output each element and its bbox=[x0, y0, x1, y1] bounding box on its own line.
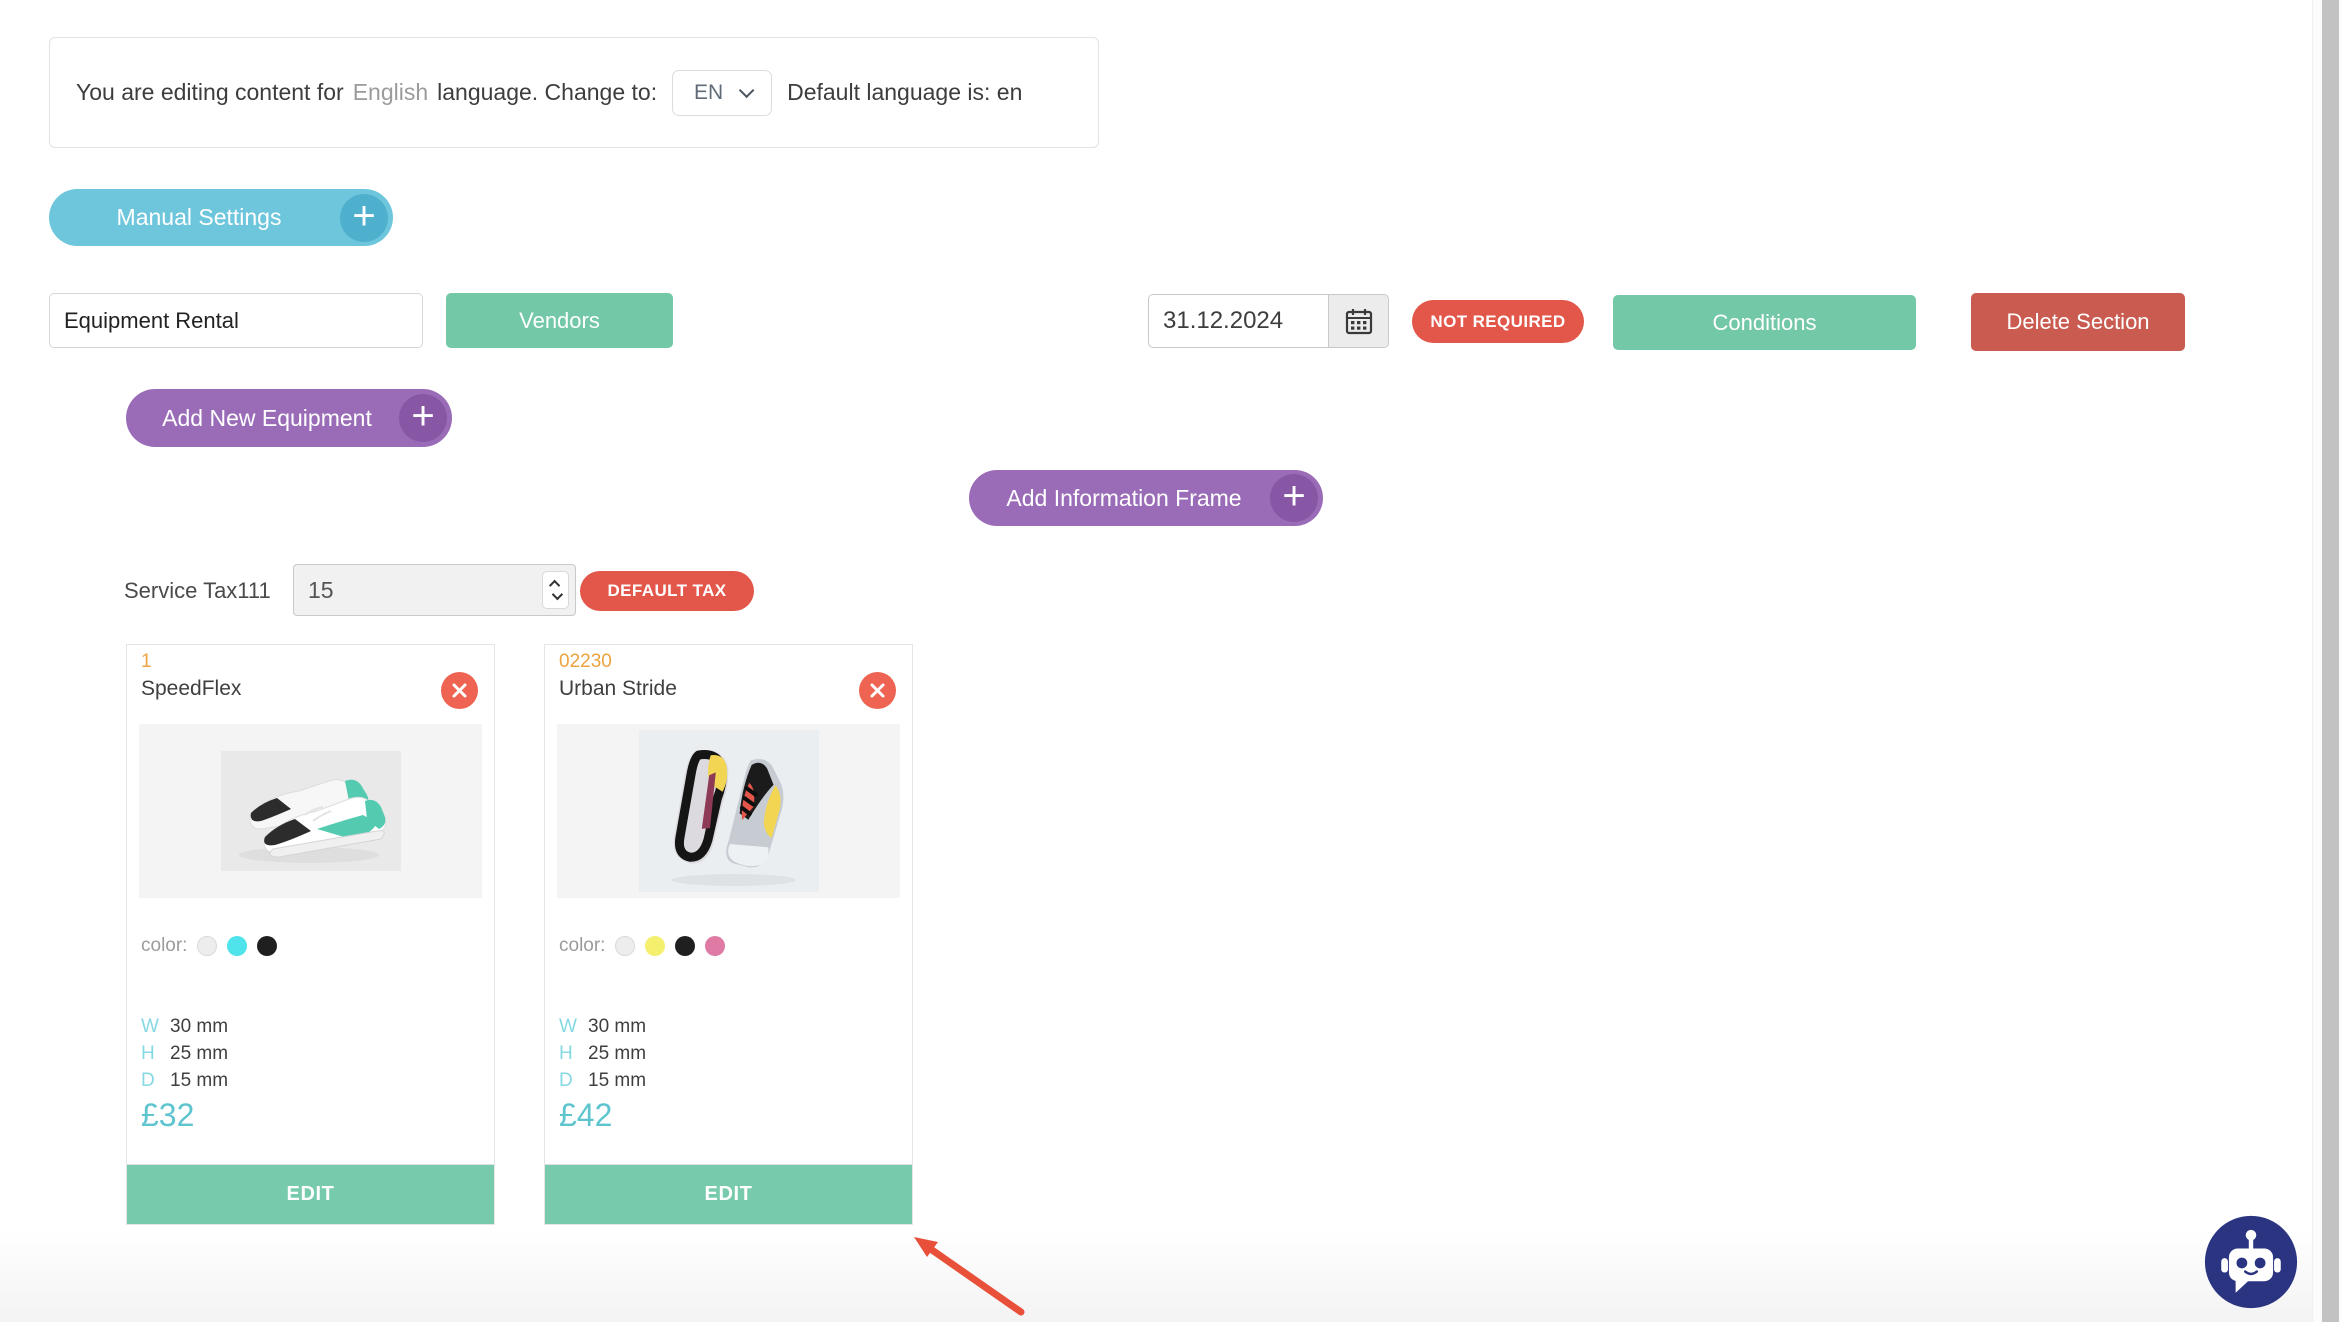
chatbot-button[interactable] bbox=[2203, 1214, 2299, 1310]
color-swatches bbox=[615, 936, 725, 956]
chevron-down-icon bbox=[739, 83, 755, 99]
page-bottom-fade bbox=[0, 1230, 2312, 1322]
product-price: £42 bbox=[559, 1097, 612, 1134]
service-tax-field bbox=[293, 564, 576, 616]
color-row: color: bbox=[141, 935, 277, 957]
scrollbar-track[interactable] bbox=[2312, 0, 2342, 1322]
color-swatch[interactable] bbox=[705, 936, 725, 956]
color-label: color: bbox=[559, 935, 605, 957]
product-card: 1 SpeedFlex color: bbox=[126, 644, 495, 1225]
plus-glyph: + bbox=[1282, 476, 1305, 516]
scrollbar-thumb[interactable] bbox=[2322, 0, 2339, 1322]
dim-value: 15 mm bbox=[170, 1067, 228, 1094]
language-bar-text: You are editing content for bbox=[76, 79, 344, 106]
product-image-panel bbox=[139, 724, 482, 898]
close-icon bbox=[450, 681, 469, 700]
edit-product-button[interactable]: EDIT bbox=[127, 1164, 494, 1224]
language-select-value: EN bbox=[694, 81, 723, 105]
default-tax-badge[interactable]: DEFAULT TAX bbox=[580, 571, 754, 611]
dim-value: 25 mm bbox=[170, 1040, 228, 1067]
color-label: color: bbox=[141, 935, 187, 957]
delete-section-button[interactable]: Delete Section bbox=[1971, 293, 2185, 351]
service-tax-label: Service Tax111 bbox=[124, 578, 271, 604]
calendar-button[interactable] bbox=[1328, 294, 1389, 348]
product-id: 02230 bbox=[559, 651, 612, 673]
number-stepper[interactable] bbox=[542, 571, 569, 609]
service-tax-input[interactable] bbox=[293, 564, 576, 616]
product-name: SpeedFlex bbox=[141, 677, 241, 701]
dim-value: 30 mm bbox=[588, 1013, 646, 1040]
vendors-button[interactable]: Vendors bbox=[446, 293, 673, 348]
date-input[interactable] bbox=[1148, 294, 1328, 348]
dimension-row: W 30 mm bbox=[559, 1013, 646, 1040]
product-image bbox=[639, 730, 819, 892]
dim-value: 30 mm bbox=[170, 1013, 228, 1040]
dim-letter: H bbox=[141, 1040, 158, 1067]
plus-icon[interactable]: + bbox=[340, 194, 388, 242]
edit-product-button[interactable]: EDIT bbox=[545, 1164, 912, 1224]
dimension-row: H 25 mm bbox=[141, 1040, 228, 1067]
color-swatch[interactable] bbox=[257, 936, 277, 956]
language-bar-language-name: English bbox=[353, 79, 428, 106]
dimension-row: H 25 mm bbox=[559, 1040, 646, 1067]
dim-letter: W bbox=[141, 1013, 158, 1040]
dim-value: 15 mm bbox=[588, 1067, 646, 1094]
color-swatch[interactable] bbox=[645, 936, 665, 956]
dimensions: W 30 mm H 25 mm D 15 mm bbox=[141, 1013, 228, 1094]
not-required-badge[interactable]: NOT REQUIRED bbox=[1412, 300, 1584, 343]
dimension-row: D 15 mm bbox=[141, 1067, 228, 1094]
product-image bbox=[221, 751, 401, 871]
close-icon bbox=[868, 681, 887, 700]
chatbot-icon bbox=[2203, 1214, 2299, 1310]
language-bar: You are editing content for English lang… bbox=[49, 37, 1099, 148]
dim-letter: D bbox=[141, 1067, 158, 1094]
dim-letter: D bbox=[559, 1067, 576, 1094]
dimension-row: W 30 mm bbox=[141, 1013, 228, 1040]
language-bar-change-text: language. Change to: bbox=[437, 79, 657, 106]
dim-value: 25 mm bbox=[588, 1040, 646, 1067]
language-bar-default-text: Default language is: en bbox=[787, 79, 1022, 106]
dim-letter: H bbox=[559, 1040, 576, 1067]
color-swatch[interactable] bbox=[197, 936, 217, 956]
annotation-arrow bbox=[900, 1226, 1040, 1322]
color-swatch[interactable] bbox=[615, 936, 635, 956]
product-price: £32 bbox=[141, 1097, 194, 1134]
plus-glyph: + bbox=[352, 196, 375, 236]
plus-icon[interactable]: + bbox=[1270, 474, 1318, 522]
date-field bbox=[1148, 294, 1389, 348]
add-new-equipment-button[interactable]: Add New Equipment + bbox=[126, 389, 452, 447]
color-row: color: bbox=[559, 935, 725, 957]
remove-product-button[interactable] bbox=[441, 672, 478, 709]
conditions-button[interactable]: Conditions bbox=[1613, 295, 1916, 350]
add-information-frame-button[interactable]: Add Information Frame + bbox=[969, 470, 1323, 526]
color-swatches bbox=[197, 936, 277, 956]
product-name: Urban Stride bbox=[559, 677, 677, 701]
dimensions: W 30 mm H 25 mm D 15 mm bbox=[559, 1013, 646, 1094]
plus-glyph: + bbox=[411, 396, 434, 436]
section-title-input[interactable] bbox=[49, 293, 423, 348]
remove-product-button[interactable] bbox=[859, 672, 896, 709]
product-card: 02230 Urban Stride bbox=[544, 644, 913, 1225]
color-swatch[interactable] bbox=[675, 936, 695, 956]
product-image-panel bbox=[557, 724, 900, 898]
calendar-icon bbox=[1344, 306, 1374, 336]
language-select[interactable]: EN bbox=[672, 70, 772, 116]
manual-settings-button[interactable]: Manual Settings + bbox=[49, 189, 393, 246]
dim-letter: W bbox=[559, 1013, 576, 1040]
plus-icon[interactable]: + bbox=[399, 394, 447, 442]
dimension-row: D 15 mm bbox=[559, 1067, 646, 1094]
product-id: 1 bbox=[141, 651, 152, 673]
color-swatch[interactable] bbox=[227, 936, 247, 956]
stepper-down-icon[interactable] bbox=[551, 589, 562, 600]
